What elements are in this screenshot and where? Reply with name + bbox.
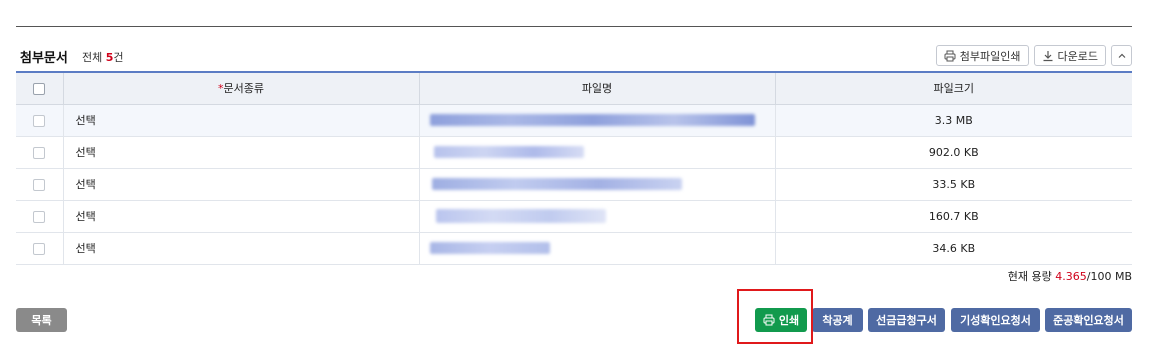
table-row[interactable]: 선택 160.7 KB	[16, 200, 1132, 233]
highlight-box	[737, 289, 813, 344]
column-file-name: 파일명	[419, 73, 776, 105]
completion-check-request-button[interactable]: 준공확인요청서	[1045, 308, 1132, 332]
doc-type-select[interactable]: 선택	[63, 136, 420, 169]
row-checkbox[interactable]	[33, 210, 46, 223]
table-row[interactable]: 선택 33.5 KB	[16, 168, 1132, 201]
file-size: 3.3 MB	[775, 104, 1132, 137]
header-actions: 첨부파일인쇄 다운로드	[935, 45, 1132, 67]
print-attachments-button[interactable]: 첨부파일인쇄	[935, 45, 1029, 66]
table-row[interactable]: 선택 902.0 KB	[16, 136, 1132, 169]
file-name-redacted	[419, 104, 776, 137]
table-row[interactable]: 선택 34.6 KB	[16, 232, 1132, 265]
column-file-size: 파일크기	[775, 73, 1132, 105]
file-size: 902.0 KB	[775, 136, 1132, 169]
attachment-table: *문서종류 파일명 파일크기 선택 3.3 MB 선택 902.0 KB 선택	[16, 71, 1132, 265]
file-size: 33.5 KB	[775, 168, 1132, 201]
doc-type-select[interactable]: 선택	[63, 168, 420, 201]
list-button[interactable]: 목록	[16, 308, 67, 332]
file-name-redacted	[419, 232, 776, 265]
row-checkbox[interactable]	[33, 146, 46, 159]
total-count: 전체 5건	[82, 51, 124, 64]
select-all-checkbox[interactable]	[33, 82, 46, 95]
file-name-redacted	[419, 136, 776, 169]
download-icon	[1043, 50, 1053, 61]
row-checkbox[interactable]	[33, 178, 46, 191]
row-checkbox[interactable]	[33, 242, 46, 255]
download-button[interactable]: 다운로드	[1033, 45, 1106, 66]
storage-capacity: 현재 용량 4.365/100 MB	[1007, 270, 1132, 283]
column-doc-type: *문서종류	[63, 73, 420, 105]
table-header-row: *문서종류 파일명 파일크기	[16, 73, 1132, 105]
doc-type-select[interactable]: 선택	[63, 232, 420, 265]
advance-claim-button[interactable]: 선금급청구서	[868, 308, 945, 332]
file-name-redacted	[419, 200, 776, 233]
doc-type-select[interactable]: 선택	[63, 104, 420, 137]
progress-check-request-button[interactable]: 기성확인요청서	[951, 308, 1040, 332]
printer-icon	[944, 50, 956, 61]
select-all-cell	[16, 73, 64, 105]
file-size: 160.7 KB	[775, 200, 1132, 233]
section-title: 첨부문서	[20, 51, 68, 66]
chevron-up-icon	[1118, 53, 1125, 58]
row-checkbox[interactable]	[33, 114, 46, 127]
top-divider	[16, 26, 1132, 27]
file-name-redacted	[419, 168, 776, 201]
doc-type-select[interactable]: 선택	[63, 200, 420, 233]
attachment-section-header: 첨부문서 전체 5건 첨부파일인쇄 다운로드	[16, 44, 1132, 68]
start-notice-button[interactable]: 착공계	[812, 308, 863, 332]
file-size: 34.6 KB	[775, 232, 1132, 265]
collapse-button[interactable]	[1111, 45, 1132, 66]
table-row[interactable]: 선택 3.3 MB	[16, 104, 1132, 137]
